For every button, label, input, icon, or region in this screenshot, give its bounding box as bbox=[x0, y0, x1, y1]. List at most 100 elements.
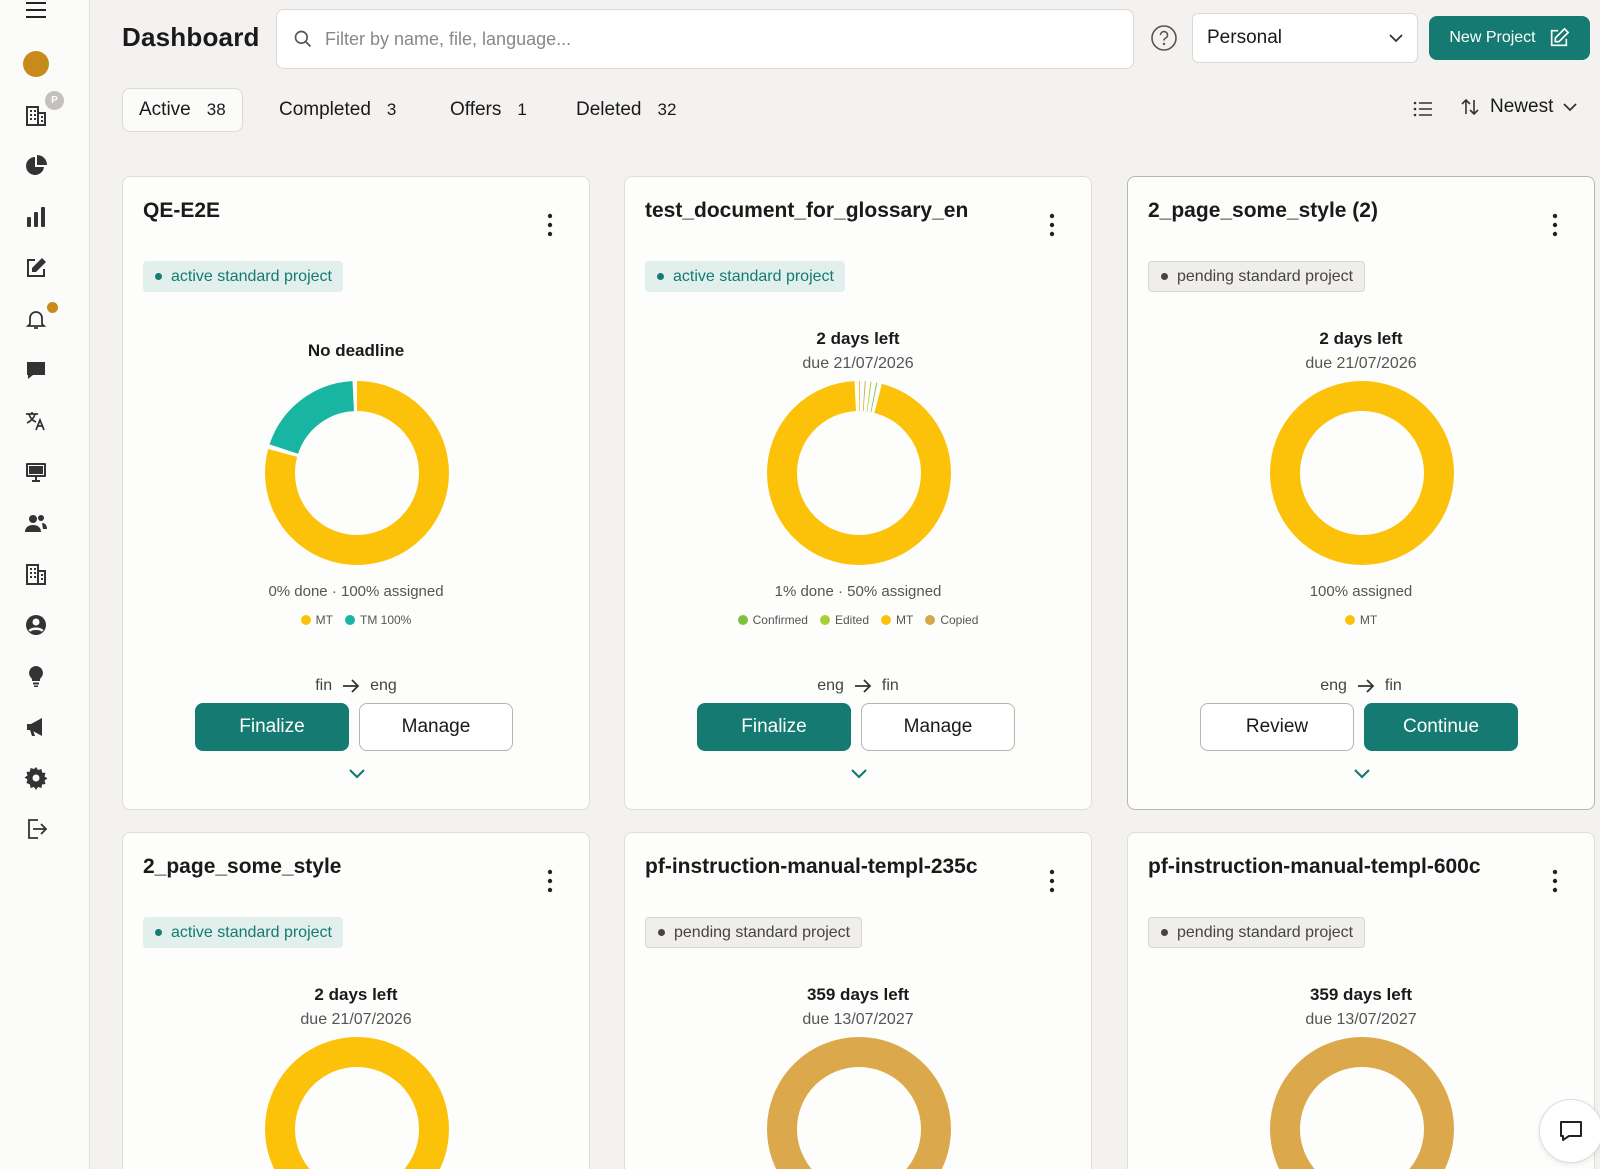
megaphone-icon[interactable] bbox=[20, 711, 52, 743]
legend-item: Copied bbox=[925, 613, 978, 627]
deadline-label: 2 days left bbox=[816, 329, 900, 348]
new-project-button[interactable]: New Project bbox=[1429, 16, 1590, 60]
review-button[interactable]: Review bbox=[1200, 703, 1354, 751]
progress-summary: 0% done · 100% assigned bbox=[268, 583, 444, 600]
search-input[interactable] bbox=[325, 28, 1105, 50]
user-circle-icon[interactable] bbox=[20, 609, 52, 641]
tab-active[interactable]: Active 38 bbox=[122, 88, 243, 132]
tab-deleted[interactable]: Deleted 32 bbox=[576, 88, 676, 132]
more-options-icon[interactable] bbox=[1552, 869, 1558, 893]
project-title[interactable]: 2_page_some_style (2) bbox=[1148, 199, 1378, 223]
gear-icon[interactable] bbox=[20, 762, 52, 794]
sort-dropdown[interactable]: Newest bbox=[1460, 96, 1577, 118]
more-options-icon[interactable] bbox=[1049, 869, 1055, 893]
sidebar: P bbox=[0, 0, 90, 1169]
organization-icon[interactable]: P bbox=[20, 91, 64, 131]
users-icon[interactable] bbox=[20, 507, 52, 539]
legend-swatch bbox=[737, 615, 748, 625]
list-view-icon[interactable] bbox=[1412, 98, 1434, 120]
finalize-button[interactable]: Finalize bbox=[697, 703, 851, 751]
tab-completed[interactable]: Completed 3 bbox=[279, 88, 396, 132]
bar-chart-icon[interactable] bbox=[20, 201, 52, 233]
deadline-label: 2 days left bbox=[314, 985, 398, 1004]
support-chat-button[interactable] bbox=[1539, 1099, 1600, 1163]
workspace-select[interactable]: Personal bbox=[1192, 13, 1418, 63]
building-icon[interactable] bbox=[20, 558, 52, 590]
status-dot bbox=[658, 929, 665, 936]
due-date: due 21/07/2026 bbox=[1305, 355, 1417, 372]
project-title[interactable]: pf-instruction-manual-templ-600c bbox=[1148, 855, 1481, 879]
manage-button[interactable]: Manage bbox=[861, 703, 1015, 751]
chart-legend: MT TM 100% bbox=[123, 613, 589, 627]
new-project-label: New Project bbox=[1449, 29, 1536, 46]
legend-swatch bbox=[881, 615, 892, 625]
help-icon[interactable] bbox=[1150, 24, 1178, 52]
tab-offers[interactable]: Offers 1 bbox=[450, 88, 527, 132]
status-label: active standard project bbox=[171, 923, 332, 941]
continue-button[interactable]: Continue bbox=[1364, 703, 1518, 751]
progress-donut bbox=[265, 1037, 449, 1169]
project-card[interactable]: QE-E2E active standard project No deadline… bbox=[122, 176, 590, 810]
finalize-button[interactable]: Finalize bbox=[195, 703, 349, 751]
legend-label: MT bbox=[315, 613, 333, 627]
more-options-icon[interactable] bbox=[547, 869, 553, 893]
more-options-icon[interactable] bbox=[1049, 213, 1055, 237]
language-pair: eng fin bbox=[625, 677, 1091, 695]
project-card[interactable]: 2_page_some_style (2) pending standard pr… bbox=[1127, 176, 1595, 810]
org-badge: P bbox=[45, 91, 64, 110]
legend-label: TM 100% bbox=[359, 613, 412, 627]
donut-segment bbox=[767, 381, 951, 565]
source-language: eng bbox=[1320, 677, 1347, 694]
project-title[interactable]: pf-instruction-manual-templ-235c bbox=[645, 855, 978, 879]
edit-icon bbox=[1550, 27, 1569, 47]
due-date: due 13/07/2027 bbox=[1305, 1011, 1417, 1028]
more-options-icon[interactable] bbox=[1552, 213, 1558, 237]
project-card[interactable]: pf-instruction-manual-templ-235c pending … bbox=[624, 832, 1092, 1169]
project-card[interactable]: pf-instruction-manual-templ-600c pending … bbox=[1127, 832, 1595, 1169]
donut-segment bbox=[1270, 1037, 1454, 1169]
legend-item: TM 100% bbox=[344, 613, 412, 627]
status-label: pending standard project bbox=[1177, 267, 1354, 285]
logout-icon[interactable] bbox=[20, 813, 52, 845]
progress-donut bbox=[1270, 381, 1454, 565]
legend-label: Confirmed bbox=[752, 613, 808, 627]
project-card[interactable]: 2_page_some_styleactive standard project… bbox=[122, 832, 590, 1169]
donut-segment bbox=[265, 1037, 449, 1169]
sort-icon bbox=[1461, 98, 1479, 116]
legend-swatch bbox=[1344, 615, 1355, 625]
monitor-icon[interactable] bbox=[20, 456, 52, 488]
project-title[interactable]: 2_page_some_style bbox=[143, 855, 341, 879]
pie-chart-icon[interactable] bbox=[20, 150, 52, 182]
lightbulb-icon[interactable] bbox=[20, 660, 52, 692]
expand-chevron-icon[interactable] bbox=[849, 767, 869, 781]
translate-icon[interactable] bbox=[20, 405, 52, 437]
arrow-right-icon bbox=[1357, 679, 1375, 693]
search-bar[interactable] bbox=[276, 9, 1134, 69]
bell-icon[interactable] bbox=[20, 302, 58, 335]
edit-icon[interactable] bbox=[20, 252, 52, 284]
chart-legend: MT bbox=[1128, 613, 1594, 627]
chat-bubble-icon bbox=[1560, 1121, 1582, 1141]
manage-button[interactable]: Manage bbox=[359, 703, 513, 751]
expand-chevron-icon[interactable] bbox=[1352, 767, 1372, 781]
expand-chevron-icon[interactable] bbox=[347, 767, 367, 781]
tab-count: 3 bbox=[386, 100, 397, 119]
project-title[interactable]: test_document_for_glossary_en bbox=[645, 199, 968, 223]
menu-icon[interactable] bbox=[20, 0, 52, 26]
sort-label: Newest bbox=[1490, 96, 1554, 117]
deadline-label: 359 days left bbox=[806, 985, 910, 1004]
arrow-right-icon bbox=[854, 679, 872, 693]
project-card[interactable]: test_document_for_glossary_en active stan… bbox=[624, 176, 1092, 810]
more-options-icon[interactable] bbox=[547, 213, 553, 237]
avatar[interactable] bbox=[20, 48, 52, 80]
page-title: Dashboard bbox=[122, 22, 260, 52]
legend-label: Edited bbox=[834, 613, 870, 627]
due-date: due 21/07/2026 bbox=[300, 1011, 412, 1028]
tab-count: 32 bbox=[657, 100, 677, 119]
chat-icon[interactable] bbox=[20, 354, 52, 386]
tab-count: 38 bbox=[206, 100, 226, 119]
progress-donut bbox=[265, 381, 449, 565]
project-title[interactable]: QE-E2E bbox=[143, 199, 220, 223]
chart-legend: Confirmed Edited MT Copied bbox=[625, 613, 1091, 627]
status-dot bbox=[1161, 273, 1168, 280]
